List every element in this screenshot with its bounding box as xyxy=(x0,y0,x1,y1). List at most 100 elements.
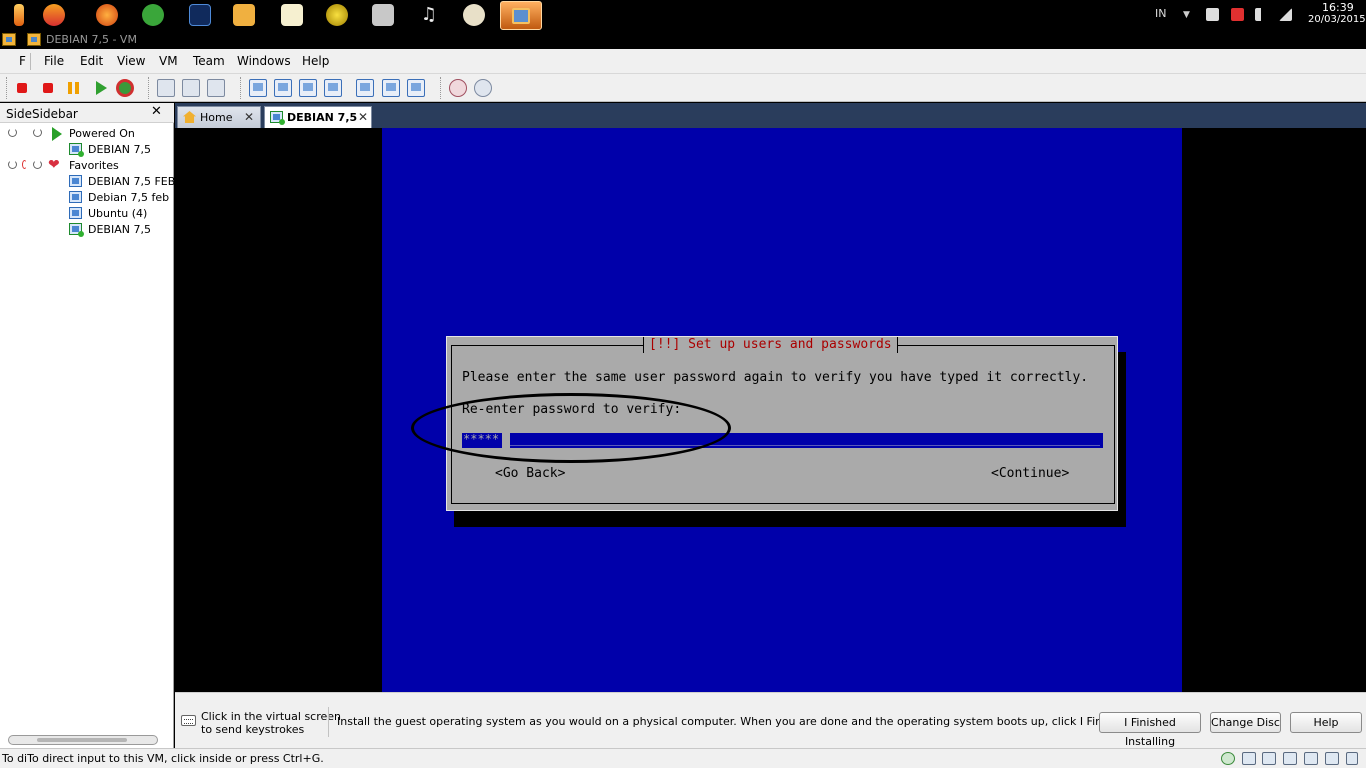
vm-console-screen[interactable]: [!!] Set up users and passwords Please e… xyxy=(175,128,1366,692)
toolbar-grip[interactable] xyxy=(440,77,444,99)
tab-close-icon[interactable]: ✕ xyxy=(358,110,368,124)
tree-label: Favorites xyxy=(69,159,119,172)
finished-installing-button[interactable]: I Finished Installing xyxy=(1099,712,1201,748)
tab-close-icon[interactable]: ✕ xyxy=(244,110,254,124)
language-indicator[interactable]: IN xyxy=(1155,7,1166,20)
menubar: F File Edit View VM Team Windows Help xyxy=(0,49,1366,74)
show-sidebar-button[interactable] xyxy=(249,79,267,97)
stop-button[interactable] xyxy=(43,83,53,93)
photoshop-icon[interactable] xyxy=(189,4,211,26)
menu-vm[interactable]: VM xyxy=(159,54,178,68)
change-disc-button[interactable]: Change Disc xyxy=(1210,712,1281,733)
sidebar-header: Side Sidebar ✕ xyxy=(0,103,174,123)
tree-expander-icon[interactable] xyxy=(8,128,17,137)
pause-button[interactable] xyxy=(65,79,83,97)
help-button[interactable]: Help xyxy=(1290,712,1362,733)
tray-flag-icon[interactable] xyxy=(1231,8,1244,21)
replay-button[interactable] xyxy=(474,79,492,97)
vm-icon xyxy=(69,191,82,203)
music-icon[interactable]: ♫ xyxy=(418,4,440,26)
unity-button[interactable] xyxy=(324,79,342,97)
tree-expander-icon[interactable] xyxy=(33,128,42,137)
candle-icon[interactable] xyxy=(14,4,24,26)
full-screen-button[interactable] xyxy=(299,79,317,97)
bank-icon[interactable] xyxy=(372,4,394,26)
clock-date[interactable]: 20/03/2015 xyxy=(1308,14,1366,25)
menu-team[interactable]: Team xyxy=(193,54,225,68)
continue-button[interactable]: <Continue> xyxy=(991,466,1069,481)
appliance-view-button[interactable] xyxy=(407,79,425,97)
tree-item-vm[interactable]: Ubuntu (4) xyxy=(0,206,174,222)
record-button[interactable] xyxy=(449,79,467,97)
dialog-title: [!!] Set up users and passwords xyxy=(649,337,892,352)
snapshot-button[interactable] xyxy=(157,79,175,97)
green-app-icon[interactable] xyxy=(142,4,164,26)
sidebar-horizontal-scrollbar[interactable] xyxy=(8,735,158,745)
tree-expander-icon[interactable] xyxy=(22,160,27,169)
vm-icon xyxy=(69,207,82,219)
vm-icon xyxy=(69,175,82,187)
vmware-app-icon xyxy=(2,33,16,46)
menu-help[interactable]: Help xyxy=(302,54,329,68)
reset-button[interactable] xyxy=(116,79,134,97)
tree-expander-icon[interactable] xyxy=(33,160,42,169)
menu-file[interactable]: File xyxy=(44,54,64,68)
tree-group-favorites[interactable]: ❤ Favorites xyxy=(0,158,174,174)
notepad-icon[interactable] xyxy=(281,4,303,26)
tab-debian[interactable]: DEBIAN 7,5 ✕ xyxy=(264,106,372,128)
tab-home[interactable]: Home ✕ xyxy=(177,106,261,128)
sidebar-close-icon[interactable]: ✕ xyxy=(151,104,162,119)
console-view-button[interactable] xyxy=(356,79,374,97)
paint-icon[interactable] xyxy=(463,4,485,26)
scrollbar-thumb[interactable] xyxy=(37,738,127,742)
tree-item-vm[interactable]: DEBIAN 7,5 xyxy=(0,222,174,238)
toolbar-grip[interactable] xyxy=(240,77,244,99)
globe-icon[interactable] xyxy=(326,4,348,26)
tray-app-icon[interactable] xyxy=(1206,8,1219,21)
network-adapter-icon[interactable] xyxy=(1283,752,1297,765)
tray-expand-icon[interactable]: ▼ xyxy=(1183,10,1190,20)
go-back-button[interactable]: <Go Back> xyxy=(495,466,565,481)
snapshot-manager-button[interactable] xyxy=(207,79,225,97)
volume-icon[interactable] xyxy=(1255,8,1268,21)
tree-item-vm[interactable]: DEBIAN 7,5 FEB xyxy=(0,174,175,190)
vmware-icon[interactable] xyxy=(233,4,255,26)
menu-f[interactable]: F xyxy=(19,54,26,68)
menu-edit[interactable]: Edit xyxy=(80,54,103,68)
menu-windows[interactable]: Windows xyxy=(237,54,291,68)
tab-label: DEBIAN 7,5 xyxy=(287,111,358,124)
tree-expander-icon[interactable] xyxy=(8,160,17,169)
firefox-icon[interactable] xyxy=(96,4,118,26)
display-icon[interactable] xyxy=(1346,752,1358,765)
apple-icon[interactable] xyxy=(43,4,65,26)
sound-device-icon[interactable] xyxy=(1325,752,1339,765)
tab-strip: Home ✕ DEBIAN 7,5 ✕ xyxy=(175,103,1366,128)
vm-running-icon xyxy=(69,143,84,157)
tree-item-vm[interactable]: Debian 7,5 feb xyxy=(0,190,174,206)
clock-time[interactable]: 16:39 xyxy=(1322,1,1354,14)
quick-switch-button[interactable] xyxy=(274,79,292,97)
network-icon[interactable] xyxy=(1279,8,1292,21)
floppy-icon[interactable] xyxy=(1262,752,1276,765)
toolbar-grip[interactable] xyxy=(6,77,10,99)
tree-label: Powered On xyxy=(69,127,135,140)
tree-item-vm[interactable]: DEBIAN 7,5 xyxy=(0,142,174,158)
network-status-icon[interactable] xyxy=(1221,752,1235,765)
click-hint-line2: to send keystrokes xyxy=(201,723,305,736)
toolbar-grip[interactable] xyxy=(148,77,152,99)
sidebar-title: Sidebar xyxy=(32,107,78,121)
toolbar xyxy=(0,74,1366,102)
tree-group-powered-on[interactable]: Powered On xyxy=(0,126,174,142)
vmware-active-icon[interactable] xyxy=(500,1,542,30)
summary-view-button[interactable] xyxy=(382,79,400,97)
hint-separator xyxy=(328,707,329,737)
keyboard-icon xyxy=(181,715,196,726)
power-off-button[interactable] xyxy=(17,83,27,93)
usb-device-icon[interactable] xyxy=(1304,752,1318,765)
hard-disk-icon[interactable] xyxy=(1242,752,1256,765)
power-on-button[interactable] xyxy=(96,81,107,95)
menu-view[interactable]: View xyxy=(117,54,145,68)
sidebar-tab[interactable]: Side xyxy=(6,107,32,121)
status-text: To diTo direct input to this VM, click i… xyxy=(2,752,324,765)
revert-snapshot-button[interactable] xyxy=(182,79,200,97)
